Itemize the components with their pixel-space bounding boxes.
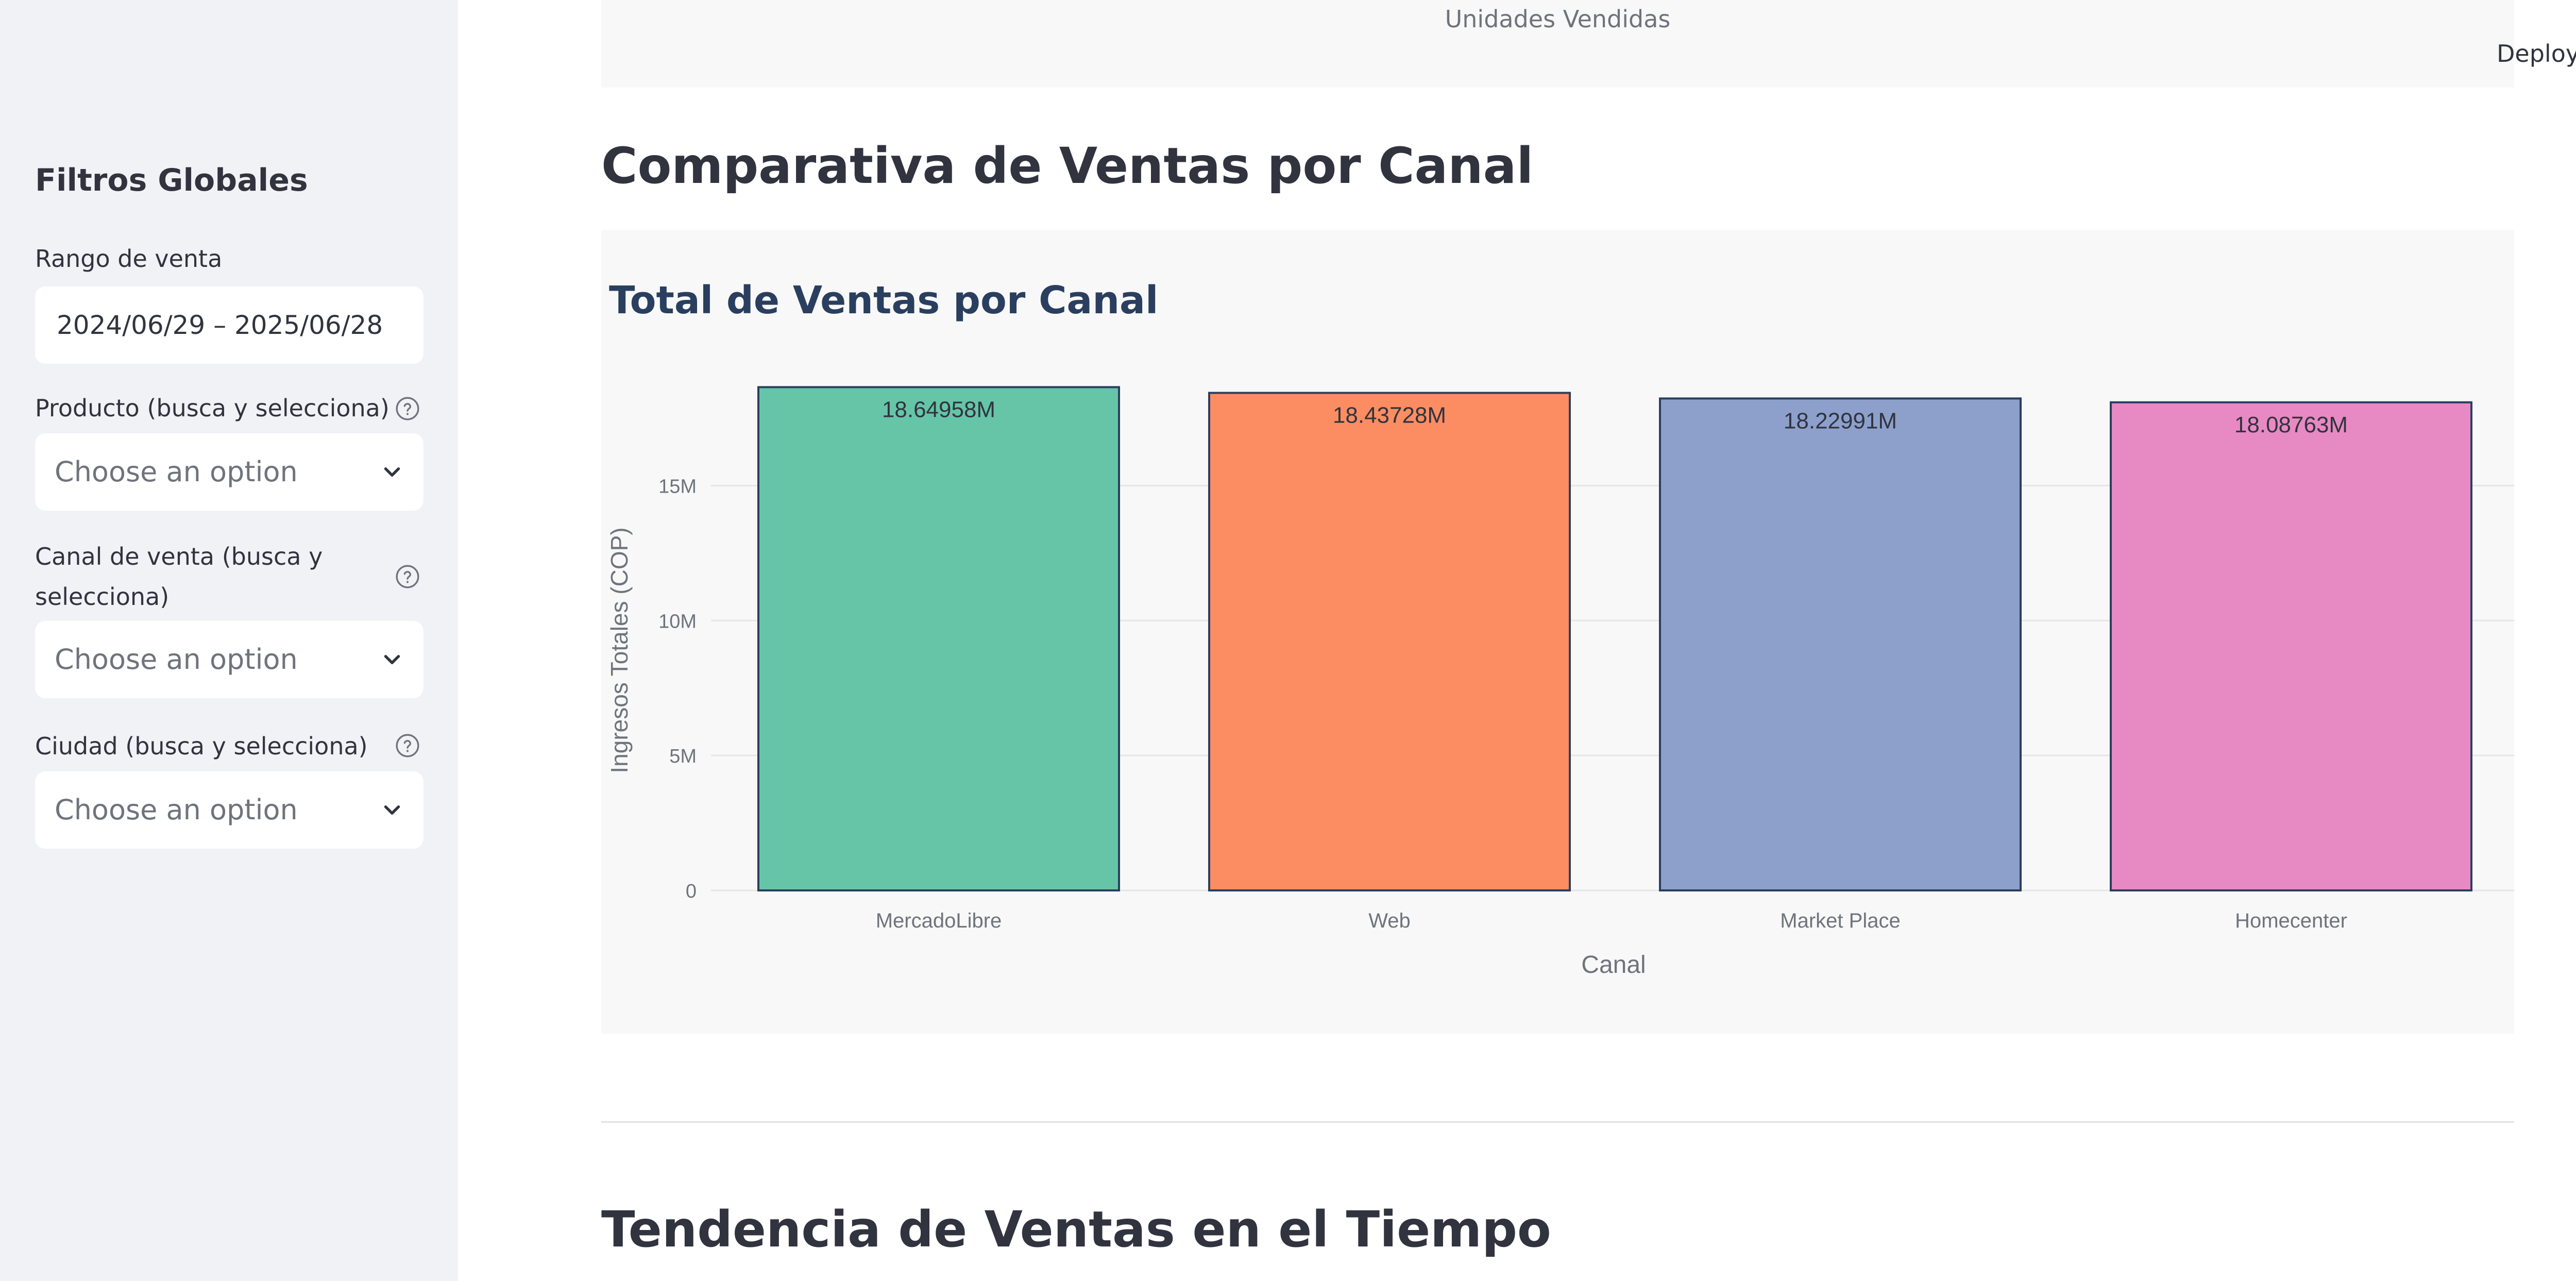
y-tick-label: 5M: [669, 746, 697, 767]
x-tick-label: Market Place: [1780, 909, 1900, 932]
y-tick-label: 15M: [658, 476, 697, 497]
x-tick-label: Homecenter: [2235, 909, 2347, 932]
x-tick-label: Web: [1368, 909, 1411, 932]
section-title-sales-trend: Tendencia de Ventas en el Tiempo: [601, 1201, 1551, 1258]
bar-data-label: 18.64958M: [882, 397, 995, 422]
x-axis-title: Canal: [1581, 951, 1646, 979]
bar-data-label: 18.22991M: [1784, 408, 1897, 433]
bar: [1659, 397, 2022, 891]
y-axis-title: Ingresos Totales (COP): [606, 527, 633, 773]
bar: [757, 386, 1120, 891]
section-divider: [601, 1121, 2514, 1123]
y-tick-label: 10M: [658, 611, 697, 632]
x-tick-label: MercadoLibre: [876, 909, 1002, 932]
y-tick-label: 0: [686, 881, 697, 902]
bar-data-label: 18.43728M: [1333, 402, 1446, 428]
bar: [2110, 401, 2472, 891]
bar: [1208, 392, 1571, 891]
bar-data-label: 18.08763M: [2234, 412, 2348, 437]
channel-sales-bar-chart: 0 5M 10M 15M 18.64958M MercadoLibre 18.43728M W…: [606, 386, 2514, 979]
